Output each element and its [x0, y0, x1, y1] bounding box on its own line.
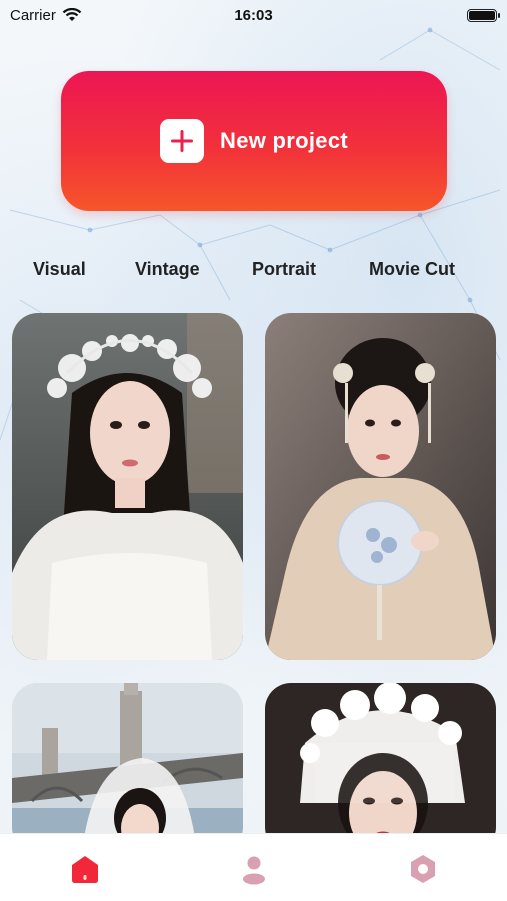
home-icon[interactable] — [68, 852, 102, 886]
battery-icon — [467, 8, 500, 22]
tab-visual[interactable]: Visual — [33, 259, 86, 280]
tab-vintage[interactable]: Vintage — [135, 259, 200, 280]
new-project-label: New project — [220, 128, 348, 153]
photo-bride-veil-bridge — [12, 683, 243, 853]
carrier-label: Carrier — [10, 6, 56, 24]
category-tabs: Visual Vintage Portrait Movie Cut — [0, 255, 507, 285]
photo-bride-flower-headpiece — [265, 683, 496, 853]
photo-bride-pearl-crown — [12, 313, 243, 660]
profile-icon[interactable] — [237, 852, 271, 886]
status-left: Carrier — [10, 7, 82, 24]
plus-icon — [160, 119, 204, 163]
photo-bride-gold-hairpins — [265, 313, 496, 660]
gallery-card-2[interactable] — [265, 313, 496, 660]
gallery-card-3[interactable] — [12, 683, 243, 853]
new-project-button[interactable]: New project — [61, 71, 447, 211]
gallery-card-1[interactable] — [12, 313, 243, 660]
tab-portrait[interactable]: Portrait — [252, 259, 316, 280]
gallery-card-4[interactable] — [265, 683, 496, 853]
settings-icon[interactable] — [406, 852, 440, 886]
status-bar: Carrier 16:03 — [0, 0, 507, 30]
tab-movie-cut[interactable]: Movie Cut — [369, 259, 455, 280]
wifi-icon — [62, 8, 82, 21]
bottom-nav — [0, 833, 507, 901]
